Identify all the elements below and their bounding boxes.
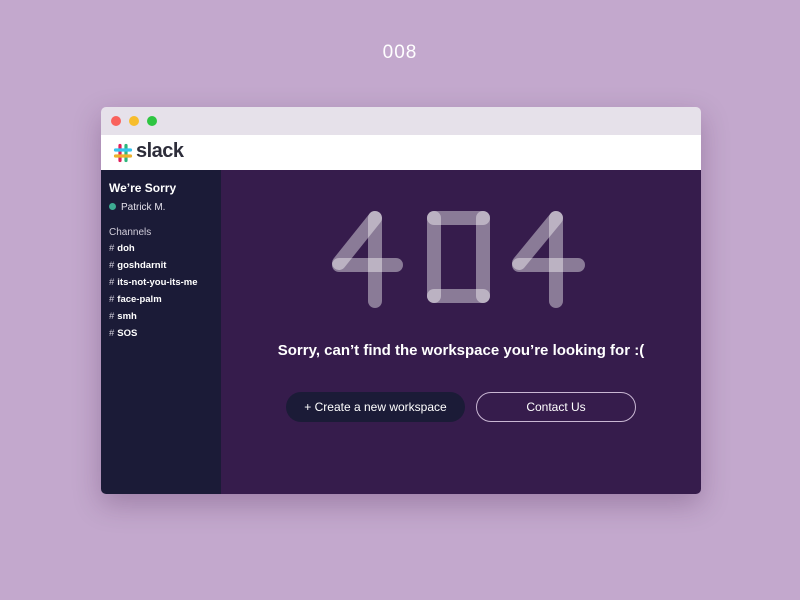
current-user[interactable]: Patrick M. <box>109 202 165 213</box>
channel-name: face-palm <box>117 294 162 305</box>
hash-icon: # <box>109 243 115 254</box>
channel-item-sos[interactable]: # SOS <box>109 328 198 345</box>
create-workspace-button[interactable]: + Create a new workspace <box>286 392 465 422</box>
channels-heading[interactable]: Channels <box>109 227 151 238</box>
channel-list: # doh # goshdarnit # its-not-you-its-me # fa… <box>109 243 198 345</box>
channel-name: goshdarnit <box>117 260 167 271</box>
error-panel: 404 Sorry, can’t find the workspace you’… <box>221 170 701 494</box>
channel-item-doh[interactable]: # doh <box>109 243 198 260</box>
error-code-404-glyphs <box>332 211 585 308</box>
minimize-window-button[interactable] <box>129 116 139 126</box>
channel-item-its-not-you-its-me[interactable]: # its-not-you-its-me <box>109 277 198 294</box>
channel-item-smh[interactable]: # smh <box>109 311 198 328</box>
hash-icon: # <box>109 311 115 322</box>
zoom-window-button[interactable] <box>147 116 157 126</box>
user-name: Patrick M. <box>121 202 166 213</box>
error-message: Sorry, can’t find the workspace you’re l… <box>277 342 645 359</box>
channel-name: doh <box>117 243 135 254</box>
hash-icon: # <box>109 277 115 288</box>
slack-logo-icon <box>113 143 133 163</box>
channel-item-goshdarnit[interactable]: # goshdarnit <box>109 260 198 277</box>
hash-icon: # <box>109 328 115 339</box>
close-window-button[interactable] <box>111 116 121 126</box>
channel-item-face-palm[interactable]: # face-palm <box>109 294 198 311</box>
sidebar: We’re Sorry Patrick M. Channels # doh # go… <box>101 170 221 494</box>
channel-name: its-not-you-its-me <box>117 277 198 288</box>
hash-icon: # <box>109 260 115 271</box>
app-window: slack We’re Sorry Patrick M. Channels # d… <box>101 107 701 494</box>
channel-name: SOS <box>117 328 138 339</box>
shot-number: 008 <box>382 42 418 63</box>
presence-online-icon <box>109 203 116 210</box>
app-name[interactable]: slack <box>136 140 184 163</box>
window-titlebar <box>101 107 701 135</box>
brand-bar: slack <box>101 135 701 170</box>
hash-icon: # <box>109 294 115 305</box>
contact-us-button[interactable]: Contact Us <box>476 392 636 422</box>
team-name[interactable]: We’re Sorry <box>109 181 176 195</box>
channel-name: smh <box>117 311 137 322</box>
